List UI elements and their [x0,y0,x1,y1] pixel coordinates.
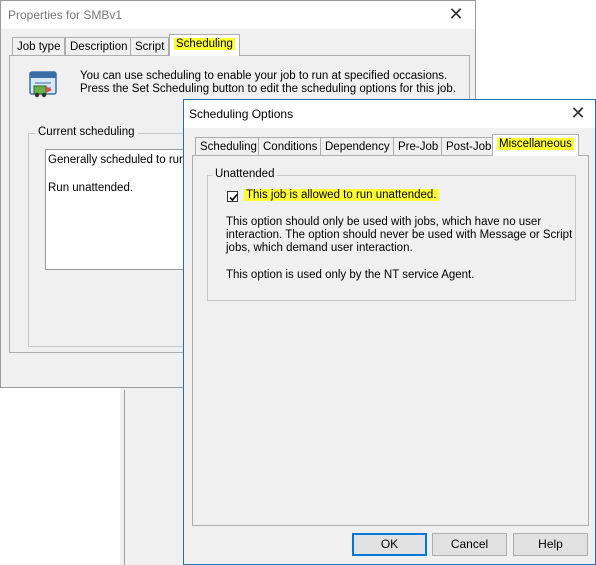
dialog-close-button[interactable]: ✕ [567,102,589,124]
unattended-group-label: Unattended [212,168,278,180]
tab-description[interactable]: Description [65,37,133,56]
properties-close-button[interactable]: ✕ [445,3,467,25]
tab-script-label: Script [135,41,165,53]
tab-pre-job[interactable]: Pre-Job [393,137,444,156]
tab-post-job[interactable]: Post-Job [441,137,497,156]
current-scheduling-label: Current scheduling [35,126,138,138]
help-button-label: Help [538,537,563,551]
cancel-button-label: Cancel [450,537,489,551]
scheduler-icon [26,66,60,100]
ok-button-label: OK [380,537,399,551]
dialog-tab-panel: Unattended This job is allowed to run un… [192,155,589,526]
run-unattended-label[interactable]: This job is allowed to run unattended. [244,189,439,201]
cancel-button[interactable]: Cancel [432,533,507,556]
tab-dependency-label: Dependency [325,141,390,153]
tab-scheduling[interactable]: Scheduling [169,34,240,56]
dialog-title: Scheduling Options [189,107,294,121]
schedule-summary-line1: Generally scheduled to run al [48,154,198,166]
tab-description-label: Description [70,41,128,53]
background-divider [124,390,125,565]
info-para1-line1: This option should only be used with job… [226,216,542,228]
tab-job-type-label: Job type [17,41,61,53]
tab-miscellaneous-label: Miscellaneous [497,138,574,150]
properties-titlebar: Properties for SMBv1 ✕ [1,1,475,29]
tab-opt-scheduling[interactable]: Scheduling [195,137,262,156]
dialog-titlebar: Scheduling Options ✕ [184,100,595,128]
info-text-line1: You can use scheduling to enable your jo… [80,70,448,82]
tab-pre-job-label: Pre-Job [398,141,439,153]
info-text-line2: Press the Set Scheduling button to edit … [80,83,456,95]
schedule-summary-line2: Run unattended. [48,182,134,194]
properties-title: Properties for SMBv1 [8,8,123,22]
tab-scheduling-label: Scheduling [174,38,235,50]
info-para1-line3: jobs, which demand user interaction. [226,242,413,254]
tab-miscellaneous[interactable]: Miscellaneous [492,134,579,156]
tab-opt-scheduling-label: Scheduling [200,141,257,153]
background-window-strip [120,380,190,565]
run-unattended-checkbox[interactable] [227,191,238,202]
tab-dependency[interactable]: Dependency [320,137,395,156]
scheduling-options-dialog: Scheduling Options ✕ Scheduling Conditio… [183,99,596,565]
tab-conditions[interactable]: Conditions [258,137,323,156]
tab-post-job-label: Post-Job [446,141,492,153]
ok-button[interactable]: OK [352,533,427,556]
help-button[interactable]: Help [513,533,588,556]
info-para1-line2: interaction. The option should never be … [226,229,573,241]
tab-job-type[interactable]: Job type [12,37,66,56]
unattended-group: Unattended This job is allowed to run un… [207,168,576,301]
info-para2: This option is used only by the NT servi… [226,269,475,281]
current-scheduling-group: Current scheduling Generally scheduled t… [28,126,208,347]
tab-script[interactable]: Script [130,37,170,56]
tab-conditions-label: Conditions [263,141,318,153]
